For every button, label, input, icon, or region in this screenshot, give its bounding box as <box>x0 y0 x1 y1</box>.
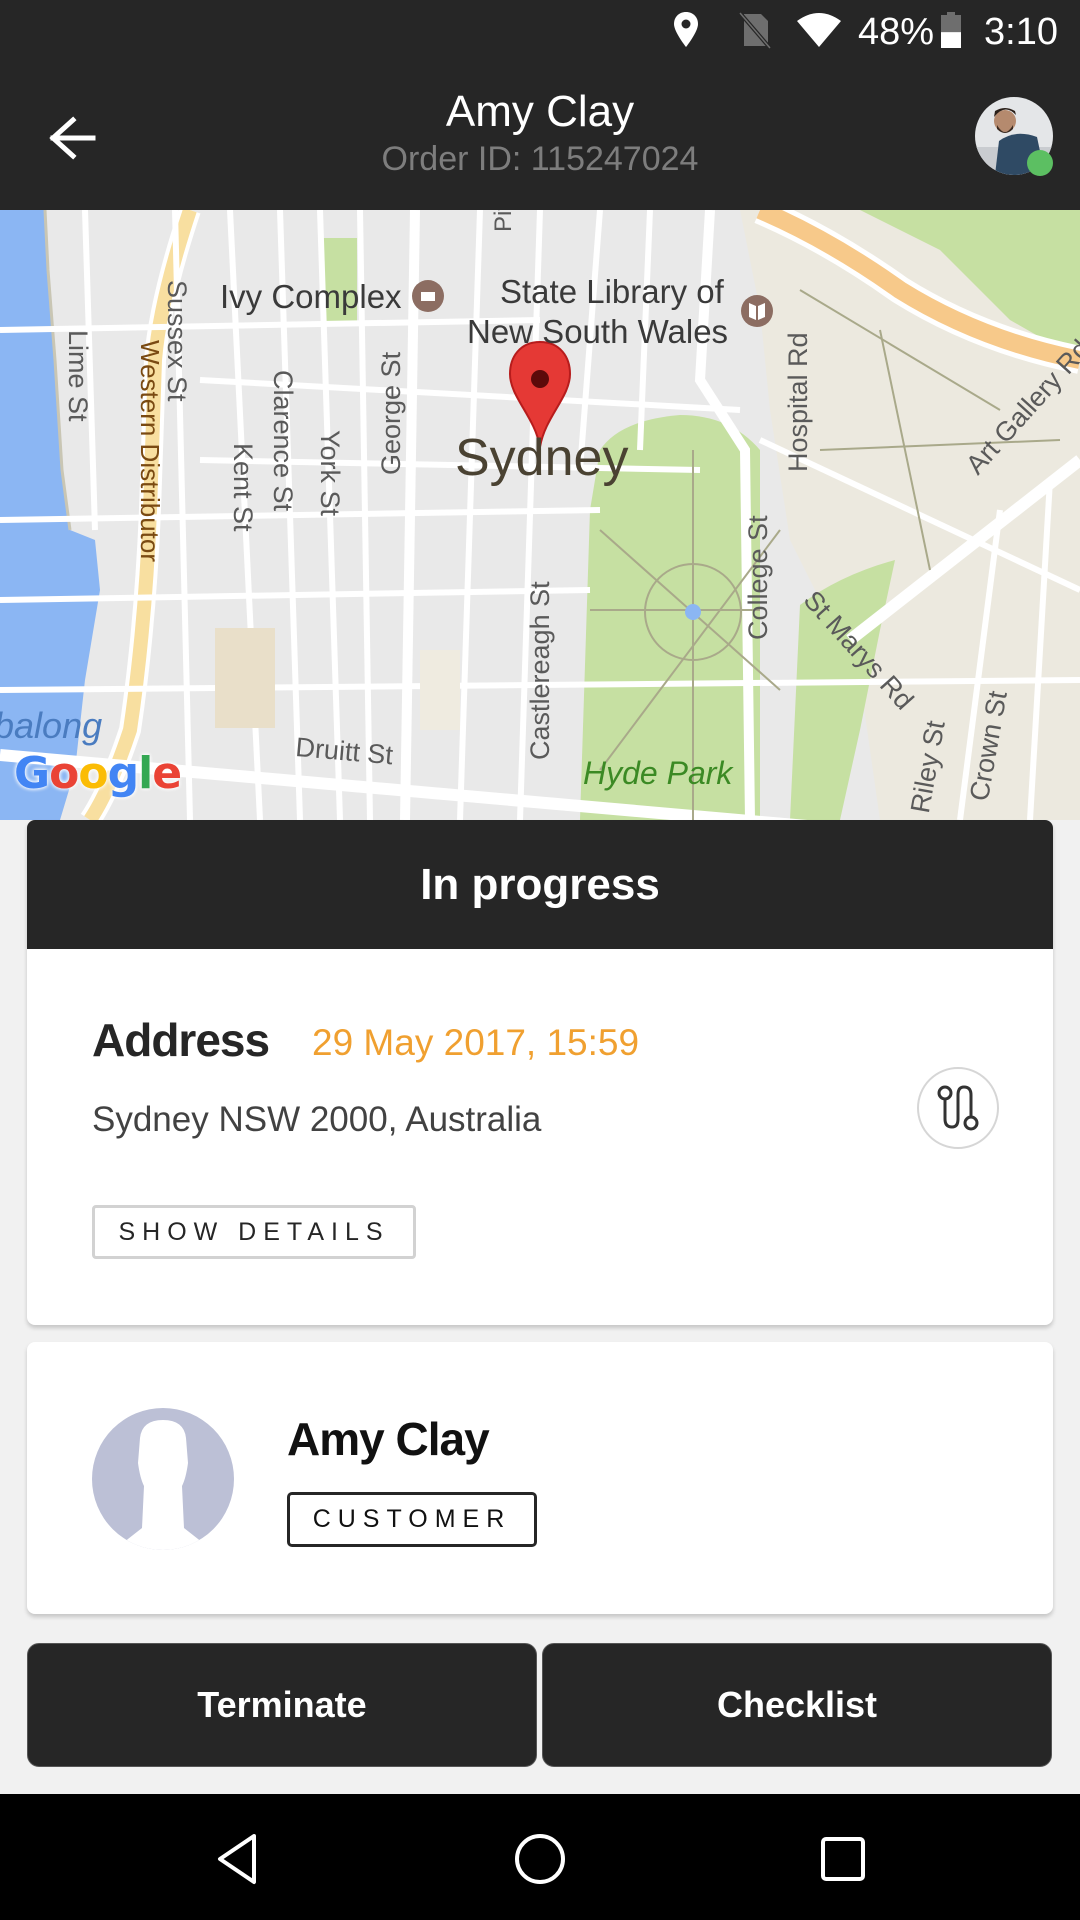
street-label: Lime St <box>63 330 93 422</box>
street-label: Clarence St <box>268 370 298 512</box>
recents-square-icon <box>821 1837 865 1881</box>
street-label: Sussex St <box>162 280 192 402</box>
nav-recents-button[interactable] <box>808 1824 878 1894</box>
no-sim-icon <box>738 11 772 54</box>
battery-fill <box>941 32 962 48</box>
app-title: Amy Clay <box>445 87 635 136</box>
customer-card: Amy Clay CUSTOMER <box>27 1342 1053 1614</box>
wifi-icon <box>796 11 842 54</box>
route-button[interactable] <box>917 1067 999 1149</box>
battery-icon <box>940 11 962 54</box>
poi-label: New South Wales <box>467 313 729 350</box>
person-placeholder-icon <box>92 1408 234 1550</box>
water-label: balong <box>0 705 103 746</box>
title-block: Amy Clay Order ID: 115247024 <box>0 87 1080 181</box>
street-label: Kent St <box>228 443 258 532</box>
status-bar: 48% 3:10 <box>0 0 1080 65</box>
terminate-button[interactable]: Terminate <box>27 1643 537 1767</box>
customer-avatar <box>92 1408 234 1550</box>
order-id: Order ID: 115247024 <box>381 140 699 178</box>
street-label: Castlereagh St <box>525 581 555 760</box>
customer-name: Amy Clay <box>287 1413 490 1465</box>
street-label: George St <box>376 351 406 475</box>
poi-label: State Library of <box>500 273 724 310</box>
map-view[interactable]: Ivy Complex State Library of New South W… <box>0 210 1080 820</box>
app-bar: Amy Clay Order ID: 115247024 <box>0 65 1080 210</box>
home-circle-icon <box>515 1834 565 1884</box>
customer-role-badge: CUSTOMER <box>287 1492 537 1547</box>
google-logo: Google <box>14 748 182 799</box>
status-header: In progress <box>27 820 1053 949</box>
nav-back-button[interactable] <box>202 1824 272 1894</box>
back-triangle-icon <box>218 1834 256 1884</box>
status-icons: 48% 3:10 <box>672 0 1058 65</box>
park-label: Hyde Park <box>583 755 733 791</box>
address-label: Address <box>92 1014 270 1066</box>
street-label: Hospital Rd <box>783 332 813 472</box>
route-icon <box>937 1085 979 1131</box>
system-nav-bar <box>0 1794 1080 1920</box>
order-status: In progress <box>420 859 660 909</box>
nav-home-button[interactable] <box>505 1824 575 1894</box>
online-status-dot <box>1027 150 1053 176</box>
street-label: York St <box>315 430 345 517</box>
street-label: Pitt St <box>490 210 518 232</box>
city-label: Sydney <box>455 429 629 487</box>
street-label: College St <box>743 515 773 640</box>
clock: 3:10 <box>984 11 1058 53</box>
checklist-button[interactable]: Checklist <box>542 1643 1052 1767</box>
poi-label: Ivy Complex <box>220 278 402 315</box>
show-details-button[interactable]: SHOW DETAILS <box>92 1205 416 1259</box>
location-icon <box>672 11 700 54</box>
order-card: In progress Address 29 May 2017, 15:59 S… <box>27 820 1053 1325</box>
battery-percent: 48% <box>857 11 935 53</box>
address-value: Sydney NSW 2000, Australia <box>92 1100 542 1139</box>
order-date: 29 May 2017, 15:59 <box>312 1022 640 1063</box>
